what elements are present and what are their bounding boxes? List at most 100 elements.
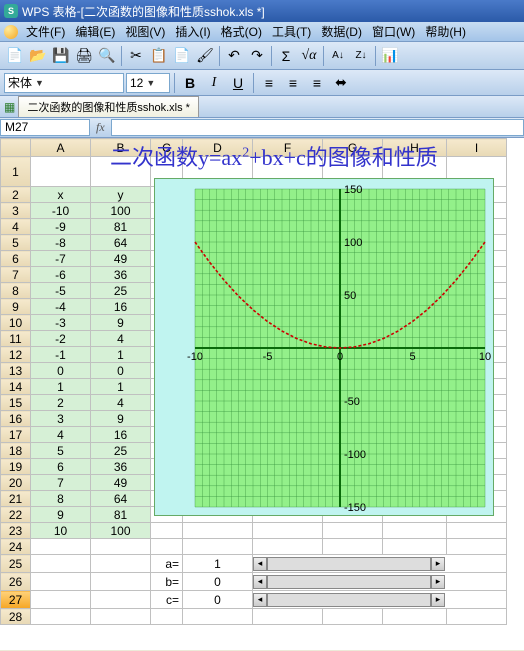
slider-left-button[interactable]: ◂	[253, 593, 267, 607]
sum-icon[interactable]: Σ	[275, 45, 297, 67]
cell[interactable]	[323, 523, 383, 539]
cell[interactable]: a=	[151, 555, 183, 573]
cell[interactable]	[151, 523, 183, 539]
row-header[interactable]: 20	[1, 475, 31, 491]
align-left-icon[interactable]: ≡	[258, 72, 280, 94]
cell[interactable]: 9	[91, 315, 151, 331]
cell[interactable]: 2	[31, 395, 91, 411]
cell[interactable]: 1	[91, 379, 151, 395]
cell[interactable]: 49	[91, 251, 151, 267]
cell[interactable]	[31, 573, 91, 591]
spreadsheet-grid[interactable]: ABCDFGHI12xy3-101004-9815-8646-7497-6368…	[0, 138, 524, 650]
row-header[interactable]: 13	[1, 363, 31, 379]
row-header[interactable]: 16	[1, 411, 31, 427]
menu-window[interactable]: 窗口(W)	[368, 23, 419, 40]
cell[interactable]	[183, 523, 253, 539]
bold-button[interactable]: B	[179, 72, 201, 94]
menu-format[interactable]: 格式(O)	[217, 23, 266, 40]
row-header[interactable]: 27	[1, 591, 31, 609]
cell[interactable]: -9	[31, 219, 91, 235]
cell[interactable]	[91, 591, 151, 609]
menu-view[interactable]: 视图(V)	[121, 23, 169, 40]
cell[interactable]: -6	[31, 267, 91, 283]
sort-desc-icon[interactable]: Z↓	[350, 45, 372, 67]
cell[interactable]	[323, 609, 383, 625]
col-header[interactable]: A	[31, 139, 91, 157]
cell[interactable]: 7	[31, 475, 91, 491]
cell[interactable]: -4	[31, 299, 91, 315]
cell[interactable]: 1	[91, 347, 151, 363]
cell[interactable]: 5	[31, 443, 91, 459]
row-header[interactable]: 18	[1, 443, 31, 459]
cell[interactable]: 1	[31, 379, 91, 395]
format-painter-icon[interactable]: 🖌	[194, 45, 216, 67]
cell[interactable]	[253, 523, 323, 539]
sort-asc-icon[interactable]: A↓	[327, 45, 349, 67]
chart-object[interactable]: -10-50510-150-100-5050100150	[154, 178, 494, 516]
cell[interactable]	[91, 609, 151, 625]
cell[interactable]: 0	[183, 573, 253, 591]
row-header[interactable]: 1	[1, 157, 31, 187]
row-header[interactable]: 12	[1, 347, 31, 363]
cell[interactable]	[253, 609, 323, 625]
cell[interactable]	[447, 539, 507, 555]
cell[interactable]: 36	[91, 267, 151, 283]
cell[interactable]: 4	[91, 395, 151, 411]
align-right-icon[interactable]: ≡	[306, 72, 328, 94]
undo-icon[interactable]: ↶	[223, 45, 245, 67]
cell[interactable]: 0	[183, 591, 253, 609]
cell[interactable]: 0	[31, 363, 91, 379]
cell[interactable]: 64	[91, 491, 151, 507]
cell[interactable]: 25	[91, 283, 151, 299]
row-header[interactable]: 4	[1, 219, 31, 235]
new-icon[interactable]: 📄	[4, 45, 26, 67]
cell[interactable]: -5	[31, 283, 91, 299]
underline-button[interactable]: U	[227, 72, 249, 94]
cell[interactable]: 3	[31, 411, 91, 427]
row-header[interactable]: 24	[1, 539, 31, 555]
cell[interactable]	[383, 539, 447, 555]
cell[interactable]: 10	[31, 523, 91, 539]
cell[interactable]	[151, 539, 183, 555]
slider-track[interactable]	[267, 557, 431, 571]
cell[interactable]: -8	[31, 235, 91, 251]
row-header[interactable]: 19	[1, 459, 31, 475]
row-header[interactable]: 2	[1, 187, 31, 203]
row-header[interactable]: 25	[1, 555, 31, 573]
cell[interactable]: 16	[91, 299, 151, 315]
name-box[interactable]: M27	[0, 119, 90, 136]
row-header[interactable]: 21	[1, 491, 31, 507]
row-header[interactable]: 17	[1, 427, 31, 443]
cell[interactable]: 9	[91, 411, 151, 427]
cell[interactable]: 81	[91, 219, 151, 235]
cut-icon[interactable]: ✂	[125, 45, 147, 67]
menu-help[interactable]: 帮助(H)	[421, 23, 470, 40]
cell[interactable]	[383, 609, 447, 625]
copy-icon[interactable]: 📋	[148, 45, 170, 67]
row-header[interactable]: 3	[1, 203, 31, 219]
cell[interactable]: ◂▸	[253, 555, 507, 573]
row-header[interactable]: 11	[1, 331, 31, 347]
cell[interactable]: ◂▸	[253, 573, 507, 591]
formula-icon[interactable]: √α	[298, 45, 320, 67]
cell[interactable]: c=	[151, 591, 183, 609]
cell[interactable]: -3	[31, 315, 91, 331]
cell[interactable]: ◂▸	[253, 591, 507, 609]
cell[interactable]: 100	[91, 523, 151, 539]
row-header[interactable]: 15	[1, 395, 31, 411]
slider-track[interactable]	[267, 593, 431, 607]
cell[interactable]	[31, 539, 91, 555]
cell[interactable]: x	[31, 187, 91, 203]
menu-edit[interactable]: 编辑(E)	[71, 23, 119, 40]
slider-right-button[interactable]: ▸	[431, 593, 445, 607]
app-menu-icon[interactable]	[4, 25, 18, 39]
doc-tab[interactable]: 二次函数的图像和性质sshok.xls *	[18, 96, 199, 117]
menu-insert[interactable]: 插入(I)	[171, 23, 214, 40]
cell[interactable]	[183, 609, 253, 625]
cell[interactable]: -10	[31, 203, 91, 219]
cell[interactable]: y	[91, 187, 151, 203]
cell[interactable]	[31, 591, 91, 609]
cell[interactable]	[31, 555, 91, 573]
cell[interactable]: -1	[31, 347, 91, 363]
cell[interactable]: 36	[91, 459, 151, 475]
